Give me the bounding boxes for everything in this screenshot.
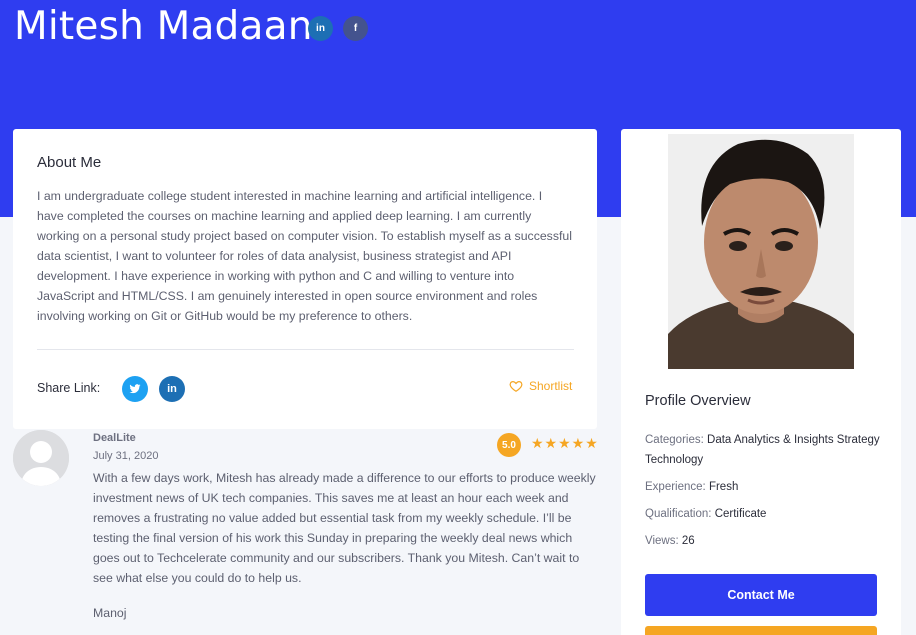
- secondary-action-button[interactable]: [645, 626, 877, 635]
- qualification-value: Certificate: [714, 508, 767, 520]
- profile-experience: Experience: Fresh: [645, 477, 880, 497]
- rating-badge: 5.0: [497, 433, 521, 457]
- divider: [37, 349, 574, 350]
- profile-name: Mitesh Madaan: [14, 4, 313, 49]
- profile-overview-title: Profile Overview: [645, 393, 751, 409]
- heart-icon: [509, 381, 523, 392]
- review-item: DealLite July 31, 2020 5.0 ★★★★★ With a …: [13, 430, 597, 635]
- rating-stars: ★★★★★: [531, 435, 597, 451]
- review-signature: Manoj: [93, 606, 127, 620]
- profile-sidebar: Profile Overview Categories: Data Analyt…: [621, 129, 901, 635]
- linkedin-share-icon[interactable]: in: [159, 376, 185, 402]
- views-label: Views:: [645, 535, 679, 547]
- twitter-share-icon[interactable]: [122, 376, 148, 402]
- review-text: With a few days work, Mitesh has already…: [93, 471, 596, 585]
- experience-label: Experience:: [645, 481, 706, 493]
- reviewer-avatar: [13, 430, 69, 486]
- shortlist-label: Shortlist: [529, 379, 573, 393]
- categories-value[interactable]: Data Analytics & Insights: [707, 434, 834, 446]
- facebook-icon[interactable]: f: [343, 16, 368, 41]
- about-me-card: About Me I am undergraduate college stud…: [13, 129, 597, 429]
- profile-views: Views: 26: [645, 531, 880, 551]
- contact-me-button[interactable]: Contact Me: [645, 574, 877, 616]
- about-me-title: About Me: [37, 154, 102, 171]
- profile-qualification: Qualification: Certificate: [645, 504, 880, 524]
- views-value: 26: [681, 535, 695, 547]
- profile-portrait-image: [668, 134, 854, 369]
- qualification-label: Qualification:: [645, 508, 712, 520]
- user-placeholder-icon: [13, 430, 69, 486]
- share-link-label: Share Link:: [37, 381, 101, 395]
- about-me-text: I am undergraduate college student inter…: [37, 189, 572, 323]
- twitter-icon: [129, 384, 141, 394]
- categories-label: Categories:: [645, 434, 704, 446]
- shortlist-button[interactable]: Shortlist: [509, 379, 572, 393]
- profile-photo: [668, 134, 854, 369]
- review-author[interactable]: DealLite: [93, 432, 136, 444]
- linkedin-icon[interactable]: in: [308, 16, 333, 41]
- experience-value: Fresh: [708, 481, 739, 493]
- review-date: July 31, 2020: [93, 450, 159, 462]
- profile-categories: Categories: Data Analytics & Insights St…: [645, 430, 880, 470]
